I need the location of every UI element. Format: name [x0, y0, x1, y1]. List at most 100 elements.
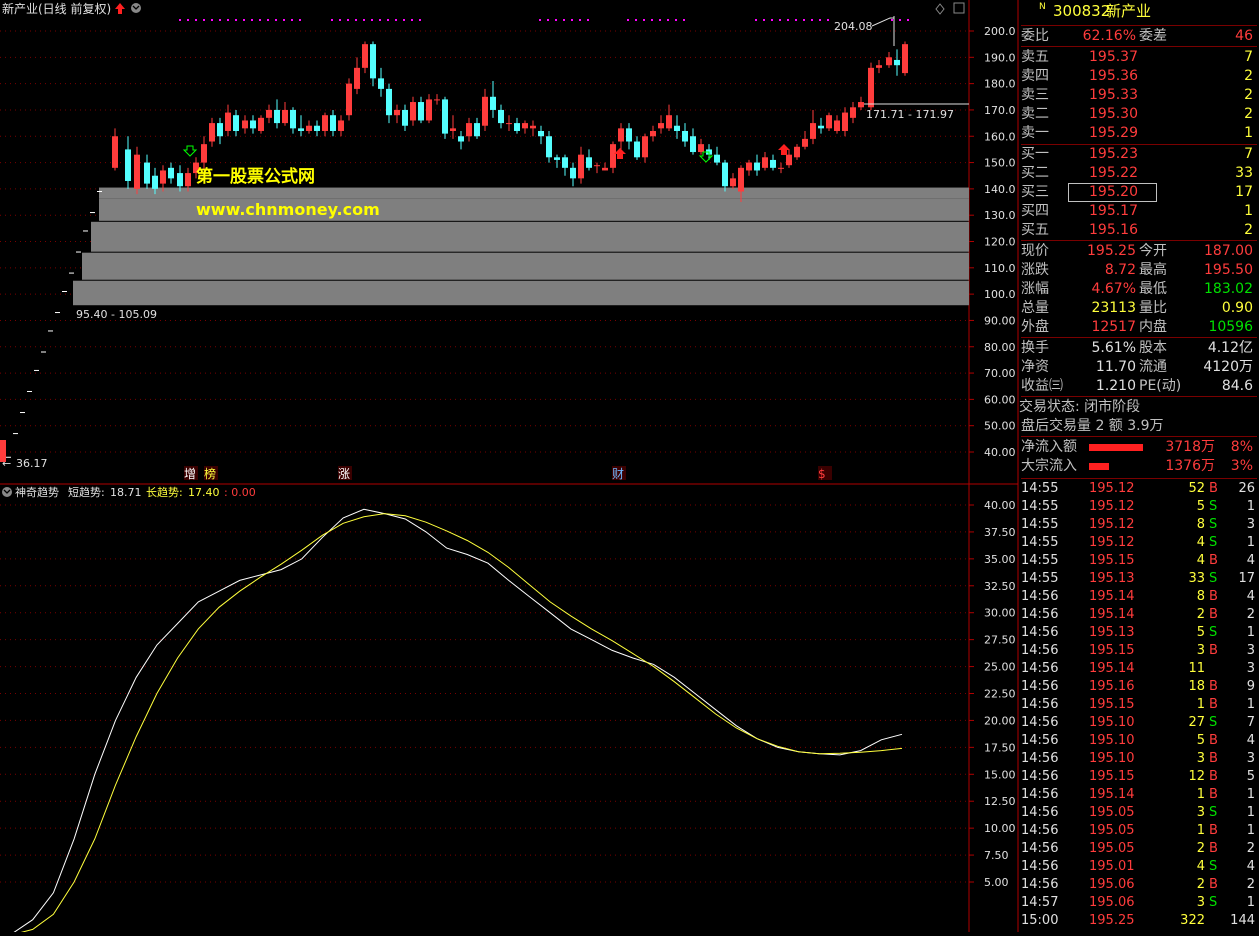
tick-row: 14:56 195.14 1 B 1 [1019, 786, 1257, 804]
fund-label: 股本 [1139, 340, 1167, 356]
stat-label: 涨跌 [1021, 262, 1049, 278]
webi-row: 委比 62.16% 委差 46 [1019, 27, 1257, 46]
tick-side: B [1209, 841, 1218, 856]
candle-body [450, 128, 456, 131]
chip-bar-top [99, 187, 969, 199]
tick-price: 195.12 [1089, 517, 1135, 532]
tick-price: 195.12 [1089, 499, 1135, 514]
tick-time: 14:56 [1021, 823, 1059, 838]
tick-count: 1 [1246, 499, 1255, 514]
trade-status: 交易状态: 闭市阶段 [1019, 399, 1141, 415]
tick-price: 195.16 [1089, 679, 1135, 694]
chart-canvas[interactable]: 127.48 - 136.15115.75 - 127.48105.09 - 1… [0, 0, 1019, 936]
candle-body [834, 120, 840, 131]
dot-marker [219, 19, 221, 21]
candle-body [225, 112, 231, 131]
tick-volume: 2 [1196, 841, 1205, 856]
short-trend-value: 18.71 [110, 486, 142, 499]
tick-count: 4 [1246, 859, 1255, 874]
candle-body [554, 157, 560, 160]
tick-row: 14:56 195.14 8 B 4 [1019, 588, 1257, 606]
dropdown-icon[interactable] [131, 3, 141, 13]
tick-side: B [1209, 643, 1218, 658]
tick-side: B [1209, 733, 1218, 748]
tick-volume: 1 [1196, 697, 1205, 712]
tick-row: 14:56 195.15 1 B 1 [1019, 696, 1257, 714]
diamond-icon[interactable] [935, 3, 945, 15]
candle-body [402, 109, 408, 126]
dot-marker [267, 19, 269, 21]
tick-side: B [1209, 481, 1218, 496]
dot-marker [195, 19, 197, 21]
tick-price: 195.15 [1089, 643, 1135, 658]
tick-row: 14:55 195.12 52 B 26 [1019, 480, 1257, 498]
tick-row: 14:56 195.01 4 S 4 [1019, 858, 1257, 876]
dot-marker [907, 19, 909, 21]
stock-code: 300832 [1053, 2, 1111, 20]
candle-body [474, 123, 480, 137]
tick-volume: 5 [1196, 499, 1205, 514]
bid-price: 195.23 [1089, 146, 1138, 162]
tick-count: 4 [1246, 589, 1255, 604]
stat-value: 8.72 [1104, 262, 1136, 278]
fund-label: PE(动) [1139, 378, 1182, 394]
candle-body [802, 138, 808, 147]
tick-side: B [1209, 697, 1218, 712]
dot-marker [627, 19, 629, 21]
ask-price: 195.30 [1089, 106, 1138, 122]
high-label: 204.08 [834, 20, 873, 33]
dot-marker [811, 19, 813, 21]
fund-label: 收益㈢ [1021, 378, 1063, 394]
stat-label: 今开 [1139, 243, 1167, 259]
candle-body [618, 128, 624, 142]
tick-side: B [1209, 589, 1218, 604]
indicator-menu-icon[interactable] [2, 487, 12, 497]
candle-body [134, 154, 140, 189]
tick-volume: 1 [1196, 823, 1205, 838]
candle-body [714, 154, 720, 163]
indicator-tick-label: 10.00 [984, 822, 1016, 835]
long-trend-label: 长趋势: [146, 486, 183, 499]
candle-body [314, 125, 320, 131]
price-tick-label: 190.0 [984, 51, 1016, 64]
flow-row: 大宗流入 1376万 3% [1019, 457, 1257, 476]
candle-body [868, 67, 874, 108]
candle-body [250, 120, 256, 129]
window-icon[interactable] [953, 2, 965, 14]
tick-count: 1 [1246, 823, 1255, 838]
tick-side: S [1209, 517, 1218, 532]
event-mark-label: 涨 [338, 466, 350, 481]
stat-label: 总量 [1021, 300, 1049, 316]
dot-marker [379, 19, 381, 21]
candle-body [850, 107, 856, 118]
flow-amount: 3718万 [1165, 439, 1215, 455]
dot-marker [395, 19, 397, 21]
low-label: 36.17 [16, 457, 48, 470]
dot-marker [387, 19, 389, 21]
candle-body [266, 109, 272, 118]
bid-price: 195.17 [1089, 203, 1138, 219]
tick-side: B [1209, 679, 1218, 694]
stat-label: 现价 [1021, 243, 1049, 259]
tick-count: 1 [1246, 787, 1255, 802]
tick-price: 195.14 [1089, 787, 1135, 802]
up-arrow-icon[interactable] [115, 3, 125, 14]
tick-price: 195.13 [1089, 625, 1135, 640]
candle-body [112, 136, 118, 168]
dot-marker [419, 19, 421, 21]
tick-time: 14:56 [1021, 679, 1059, 694]
tick-volume: 18 [1188, 679, 1205, 694]
tick-time: 14:55 [1021, 481, 1059, 496]
dot-marker [651, 19, 653, 21]
tick-count: 4 [1246, 553, 1255, 568]
bid-row: 买五 195.16 2 [1019, 221, 1257, 240]
dot-marker [643, 19, 645, 21]
tick-time: 14:55 [1021, 553, 1059, 568]
dot-marker [203, 19, 205, 21]
candle-body [626, 128, 632, 142]
candle-body [410, 102, 416, 121]
candle-body [586, 157, 592, 168]
tick-count: 1 [1246, 697, 1255, 712]
dot-marker [683, 19, 685, 21]
tick-price: 195.05 [1089, 805, 1135, 820]
